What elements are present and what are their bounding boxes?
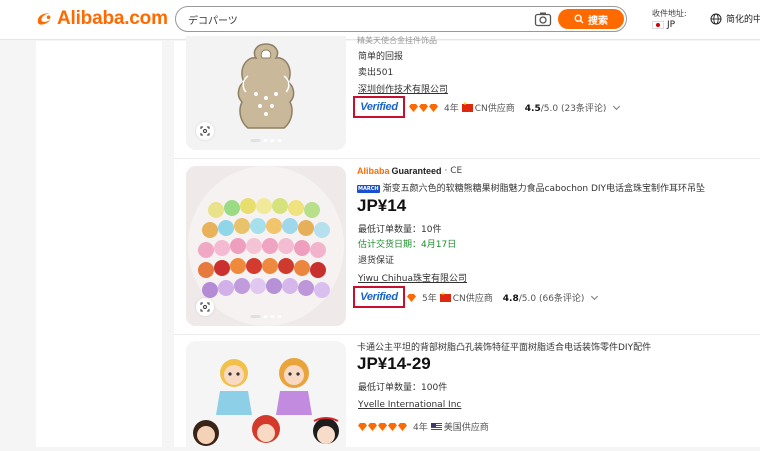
supplier-origin: CN供应商 [452, 294, 493, 304]
princess-5 [313, 417, 339, 444]
china-flag-icon [461, 101, 473, 112]
chevron-down-icon[interactable] [613, 102, 621, 110]
supplier-years: 5年 [422, 294, 437, 304]
princess-4 [252, 415, 280, 443]
diamond-icon [398, 422, 407, 431]
supplier-origin: 美国供应商 [443, 423, 489, 433]
row-divider [174, 334, 760, 335]
diamond-icon [378, 422, 387, 431]
diamond-icon [388, 422, 397, 431]
supplier-link[interactable]: Yvelle International Inc [358, 400, 461, 410]
search-button-label: 搜索 [588, 15, 608, 27]
image-carousel-dots[interactable] [250, 139, 282, 142]
rating-max: /5.0 [518, 294, 537, 304]
supplier-link[interactable]: Yiwu Chihua珠宝有限公司 [358, 271, 467, 284]
ship-to-value: JP [667, 20, 676, 30]
alibaba-guaranteed-badge[interactable]: Alibaba Guaranteed · CE [357, 166, 462, 176]
supplier-meta: 4年 CN供应商 4.5/5.0 (23条评论) [409, 101, 621, 114]
language-selector[interactable]: 简化的中 [710, 12, 760, 25]
filter-sidebar [36, 41, 162, 447]
supplier-origin: CN供应商 [474, 104, 515, 114]
search-bar: 搜索 [175, 6, 627, 32]
guarantee-brand: Alibaba [357, 166, 390, 176]
returns-note: 简单的回报 [358, 52, 404, 62]
rating-score: 4.8 [502, 294, 519, 304]
return-guarantee: 退货保证 [358, 256, 395, 266]
supplier-link[interactable]: 深圳创作技术有限公司 [358, 82, 448, 95]
march-badge: MARCH [357, 184, 380, 193]
product-title[interactable]: 精美天使合金挂件饰品 [357, 35, 437, 46]
sold-count: 卖出501 [358, 68, 394, 78]
moq: 最低订单数量：10件 [358, 222, 441, 235]
review-count: (23条评论) [560, 104, 607, 114]
rating-max: /5.0 [540, 104, 559, 114]
chevron-down-icon[interactable] [591, 292, 599, 300]
ship-to-label: 收件地址: [652, 9, 687, 18]
rating[interactable]: 4.5/5.0 (23条评论) [525, 101, 607, 114]
camera-icon[interactable] [534, 11, 552, 27]
product-title[interactable]: MARCH 渐变五颜六色的软糖熊糖果树脂魅力食品cabochon DIY电话盒珠宝… [357, 181, 747, 194]
diamond-icon [419, 103, 428, 112]
moq-label: 最低订单数量： [358, 225, 422, 235]
diamond-icon [358, 422, 367, 431]
moq-value: 10件 [421, 225, 442, 235]
image-search-icon[interactable] [196, 122, 214, 140]
estimated-delivery: 估计交货日期：4月17日 [358, 237, 456, 250]
product-title[interactable]: 卡通公主平坦的背部树脂凸孔装饰特征平面树脂适合电话装饰零件DIY配件 [357, 340, 651, 353]
product-image-princesses[interactable] [186, 341, 346, 451]
product-title-text: 渐变五颜六色的软糖熊糖果树脂魅力食品cabochon DIY电话盒珠宝制作耳环吊… [382, 184, 706, 194]
globe-icon [710, 13, 722, 24]
supplier-years: 4年 [413, 423, 428, 433]
rating-score: 4.5 [524, 104, 541, 114]
delivery-value: 4月17日 [421, 240, 457, 250]
search-button[interactable]: 搜索 [558, 9, 624, 29]
product-price: JP¥14-29 [357, 354, 431, 373]
supplier-meta: 5年 CN供应商 4.8/5.0 (66条评论) [407, 291, 599, 304]
moq-label: 最低订单数量： [358, 383, 422, 393]
ship-to-value-row: JP [652, 20, 697, 30]
alibaba-logo-icon [37, 13, 51, 25]
diamond-icon [407, 293, 416, 302]
china-flag-icon [439, 291, 451, 302]
language-label: 简化的中 [726, 15, 760, 25]
search-icon [574, 14, 584, 24]
verified-badge[interactable]: Verified [353, 286, 405, 308]
product-image-angel[interactable] [186, 36, 346, 150]
logo-text: Alibaba.com [57, 8, 168, 29]
image-carousel-dots[interactable] [250, 315, 282, 318]
delivery-label: 估计交货日期： [358, 240, 422, 250]
diamond-icon [429, 103, 438, 112]
verified-label: Verified [360, 101, 398, 113]
ce-mark: · CE [444, 166, 463, 176]
diamond-icon [409, 103, 418, 112]
verified-label: Verified [360, 291, 398, 303]
diamond-icon [368, 422, 377, 431]
ship-to-selector[interactable]: 收件地址: JP [652, 8, 697, 30]
japan-flag-icon [652, 21, 664, 29]
top-header: Alibaba.com 搜索 收件地址: JP 简化的中 [0, 0, 760, 40]
princess-charms-image [186, 341, 346, 451]
supplier-meta: 4年 美国供应商 [358, 420, 489, 433]
alibaba-logo[interactable]: Alibaba.com [36, 8, 168, 30]
verified-badge[interactable]: Verified [353, 96, 405, 118]
princess-3 [193, 420, 219, 446]
product-image-gummy-bears[interactable] [186, 166, 346, 326]
rating[interactable]: 4.8/5.0 (66条评论) [503, 291, 585, 304]
image-search-icon[interactable] [196, 298, 214, 316]
guarantee-word: Guaranteed [391, 166, 442, 176]
moq-value: 100件 [421, 383, 448, 393]
row-divider [174, 158, 760, 159]
review-count: (66条评论) [538, 294, 585, 304]
moq: 最低订单数量：100件 [358, 380, 447, 393]
product-price: JP¥14 [357, 196, 407, 215]
us-flag-icon [430, 422, 442, 431]
supplier-years: 4年 [444, 104, 459, 114]
search-input[interactable] [188, 11, 528, 27]
